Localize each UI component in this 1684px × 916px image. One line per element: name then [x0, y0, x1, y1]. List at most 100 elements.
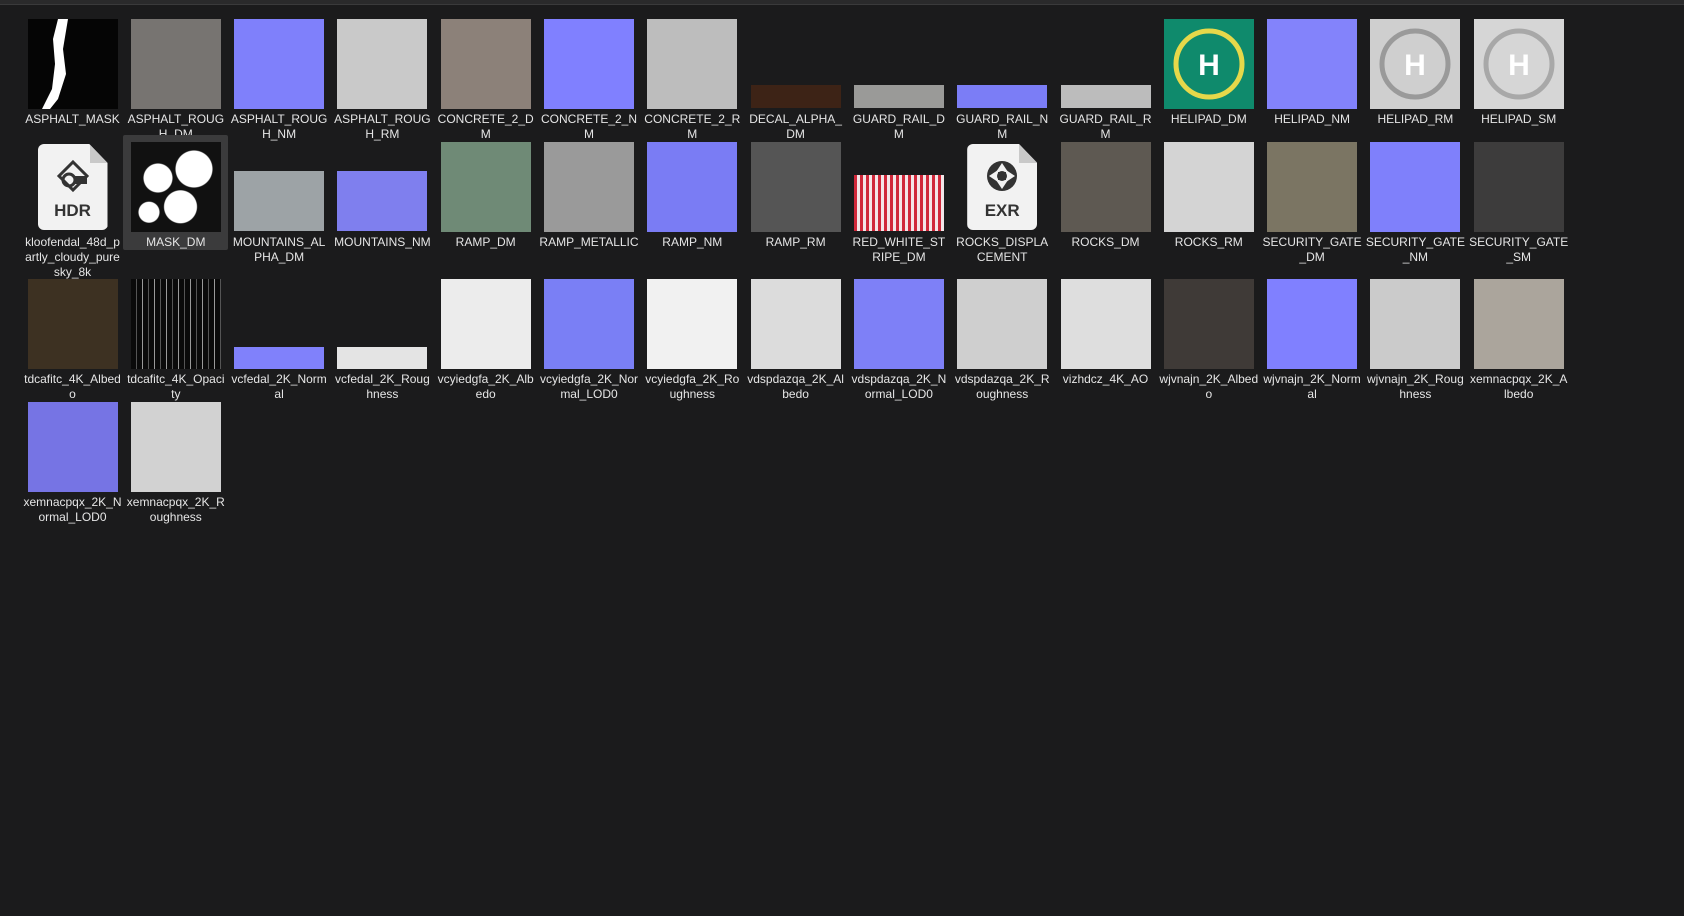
file-name-label: xemnacpqx_2K_Roughness [126, 495, 225, 524]
thumbnail-box: EXR [955, 137, 1050, 232]
file-item[interactable]: H HELIPAD_RM [1363, 12, 1468, 127]
thumbnail-image [1473, 279, 1564, 369]
file-name-label: wjvnajn_2K_Normal [1263, 372, 1361, 401]
thumbnail-box [851, 14, 946, 109]
thumbnail-box [1471, 137, 1566, 232]
file-extension-label: HDR [54, 201, 91, 220]
camera-icon [56, 159, 89, 193]
file-item[interactable]: MOUNTAINS_ALPHA_DM [227, 135, 332, 265]
file-item[interactable]: SECURITY_GATE_NM [1363, 135, 1468, 265]
file-item[interactable]: wjvnajn_2K_Normal [1260, 272, 1365, 402]
file-item[interactable]: GUARD_RAIL_NM [950, 12, 1055, 142]
thumbnail-image [440, 142, 531, 232]
thumbnail-image [130, 142, 221, 232]
file-name-label: SECURITY_GATE_SM [1469, 235, 1569, 264]
file-item[interactable]: vdspdazqa_2K_Roughness [950, 272, 1055, 402]
file-item[interactable]: GUARD_RAIL_RM [1053, 12, 1158, 142]
file-item[interactable]: H HELIPAD_SM [1466, 12, 1571, 127]
thumbnail-box [25, 14, 120, 109]
thumbnail-image [440, 19, 531, 109]
thumbnail-image [647, 279, 738, 369]
file-item[interactable]: RED_WHITE_STRIPE_DM [846, 135, 951, 265]
file-item[interactable]: H HELIPAD_DM [1156, 12, 1261, 127]
exr-file-icon: EXR [967, 144, 1038, 230]
file-item[interactable]: HELIPAD_NM [1260, 12, 1365, 127]
file-item[interactable]: CONCRETE_2_NM [537, 12, 642, 142]
page-fold [89, 144, 108, 163]
file-item[interactable]: ASPHALT_ROUGH_RM [330, 12, 435, 142]
file-name-label: MOUNTAINS_NM [334, 235, 431, 249]
thumbnail-box [1161, 137, 1256, 232]
file-name-label: RAMP_DM [455, 235, 516, 249]
file-item[interactable]: vcfedal_2K_Normal [227, 272, 332, 402]
thumbnail-box [25, 274, 120, 369]
thumbnail-box: H [1368, 14, 1463, 109]
thumbnail-box: HDR [25, 137, 120, 232]
thumbnail-box [1265, 274, 1360, 369]
thumbnail-image [544, 279, 634, 369]
file-item[interactable]: RAMP_RM [743, 135, 848, 250]
thumbnail-box [128, 14, 223, 109]
file-item[interactable]: vdspdazqa_2K_Albedo [743, 272, 848, 402]
hdr-file-icon: HDR [37, 144, 108, 230]
file-item[interactable]: vcfedal_2K_Roughness [330, 272, 435, 402]
thumbnail-box [542, 137, 637, 232]
thumbnail-image [337, 171, 428, 231]
file-name-label: HELIPAD_NM [1274, 112, 1350, 126]
thumbnail-image [1060, 279, 1151, 369]
file-item[interactable]: ROCKS_DM [1053, 135, 1158, 250]
thumbnail-box [335, 14, 430, 109]
file-item[interactable]: wjvnajn_2K_Roughness [1363, 272, 1468, 402]
file-item[interactable]: vdspdazqa_2K_Normal_LOD0 [846, 272, 951, 402]
file-name-label: vcyiedgfa_2K_Roughness [645, 372, 740, 401]
file-item[interactable]: vcyiedgfa_2K_Albedo [433, 272, 538, 402]
file-name-label: vcfedal_2K_Roughness [335, 372, 430, 401]
file-item[interactable]: CONCRETE_2_RM [640, 12, 745, 142]
file-item[interactable]: SECURITY_GATE_DM [1260, 135, 1365, 265]
file-item[interactable]: vcyiedgfa_2K_Roughness [640, 272, 745, 402]
file-item[interactable]: DECAL_ALPHA_DM [743, 12, 848, 142]
thumbnail-box [542, 14, 637, 109]
file-item[interactable]: xemnacpqx_2K_Albedo [1466, 272, 1571, 402]
thumbnail-box [851, 137, 946, 232]
thumbnail-image [544, 142, 634, 232]
thumbnail-box [232, 137, 327, 232]
thumbnail-box [1058, 14, 1153, 109]
file-item[interactable]: MASK_DM [123, 135, 229, 250]
file-item[interactable]: ROCKS_RM [1156, 135, 1261, 250]
thumbnail-image [750, 279, 841, 369]
file-name-label: SECURITY_GATE_DM [1262, 235, 1362, 264]
thumbnail-box [1161, 274, 1256, 369]
file-item[interactable]: ASPHALT_ROUGH_DM [123, 12, 228, 142]
file-item[interactable]: RAMP_DM [433, 135, 538, 250]
file-item[interactable]: CONCRETE_2_DM [433, 12, 538, 142]
file-item[interactable]: GUARD_RAIL_DM [846, 12, 951, 142]
thumbnail-box: H [1161, 14, 1256, 109]
file-item[interactable]: vizhdcz_4K_AO [1053, 272, 1158, 387]
file-item[interactable]: RAMP_METALLIC [537, 135, 642, 250]
file-item[interactable]: tdcafitc_4K_Albedo [20, 272, 125, 402]
thumbnail-box [128, 137, 223, 232]
thumbnail-image [1267, 142, 1358, 232]
file-item[interactable]: ASPHALT_MASK [20, 12, 125, 127]
file-item[interactable]: vcyiedgfa_2K_Normal_LOD0 [537, 272, 642, 402]
thumbnail-box [955, 274, 1050, 369]
file-item[interactable]: RAMP_NM [640, 135, 745, 250]
file-name-label: RAMP_RM [765, 235, 826, 249]
file-name-label: SECURITY_GATE_NM [1365, 235, 1465, 264]
file-item[interactable]: HDR kloofendal_48d_partly_cloudy_puresky_… [20, 135, 125, 280]
file-item[interactable]: xemnacpqx_2K_Roughness [123, 395, 228, 525]
aperture-icon [987, 161, 1018, 191]
file-item[interactable]: wjvnajn_2K_Albedo [1156, 272, 1261, 402]
file-item[interactable]: tdcafitc_4K_Opacity [123, 272, 228, 402]
file-item[interactable]: SECURITY_GATE_SM [1466, 135, 1571, 265]
thumbnail-image [130, 402, 221, 492]
file-name-label: xemnacpqx_2K_Normal_LOD0 [23, 495, 122, 524]
thumbnail-image [1163, 279, 1254, 369]
thumbnail-box [128, 274, 223, 369]
file-item[interactable]: MOUNTAINS_NM [330, 135, 435, 250]
file-item[interactable]: xemnacpqx_2K_Normal_LOD0 [20, 395, 125, 525]
thumbnail-image [337, 19, 428, 109]
file-item[interactable]: ASPHALT_ROUGH_NM [227, 12, 332, 142]
file-item[interactable]: EXR ROCKS_DISPLACEMENT [950, 135, 1055, 265]
